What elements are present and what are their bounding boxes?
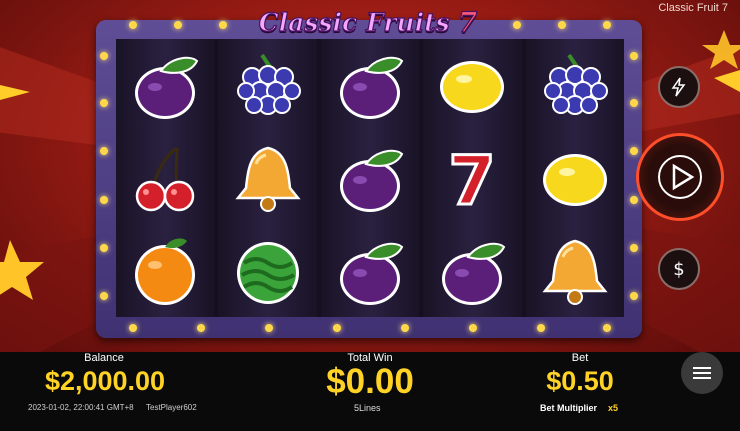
spin-button[interactable] (636, 133, 724, 221)
svg-text:$: $ (673, 259, 684, 280)
bulb (333, 324, 341, 332)
total-win-value: $0.00 (326, 362, 414, 401)
bulb (630, 292, 638, 300)
bet-label: Bet (571, 352, 589, 364)
bulb (603, 21, 611, 29)
bulb (129, 324, 137, 332)
orange-icon (127, 233, 203, 309)
bulb (401, 324, 409, 332)
balance-label: Balance (84, 352, 124, 364)
bet-value: $0.50 (546, 366, 614, 396)
bell-icon (537, 233, 613, 309)
lemon-icon (434, 47, 510, 123)
bulb (630, 147, 638, 155)
bulb (558, 21, 566, 29)
play-icon (658, 155, 702, 199)
lightning-icon (671, 77, 686, 97)
reel-3 (320, 39, 420, 317)
timestamp: 2023-01-02, 22:00:41 GMT+8 (28, 403, 134, 412)
bulb (630, 196, 638, 204)
lemon-icon (537, 140, 613, 216)
plum-icon (332, 47, 408, 123)
watermelon-icon (230, 233, 306, 309)
bet-multiplier-label: Bet Multiplier (540, 403, 598, 413)
bulb (100, 99, 108, 107)
logo-seven: 7 (457, 5, 478, 39)
logo-text: Classic Fruits (258, 7, 450, 37)
lines-count: 5Lines (354, 403, 381, 413)
menu-button[interactable] (681, 352, 723, 394)
bulb (537, 324, 545, 332)
bulb (100, 147, 108, 155)
svg-text:7: 7 (449, 142, 496, 216)
bulb (513, 21, 521, 29)
bet-button[interactable]: $ (658, 248, 700, 290)
bulb (603, 324, 611, 332)
plum-icon (434, 233, 510, 309)
reel-2 (218, 39, 317, 317)
reel-1 (116, 39, 215, 317)
bulb (100, 244, 108, 252)
bulb (197, 324, 205, 332)
balance-value: $2,000.00 (44, 366, 166, 396)
plum-icon (332, 233, 408, 309)
hamburger-icon (693, 364, 711, 382)
seven-icon: 7 (434, 140, 510, 222)
bulb (630, 99, 638, 107)
bet-multiplier-value: x5 (608, 403, 619, 413)
bulb (265, 324, 273, 332)
bulb (469, 324, 477, 332)
bulb (174, 21, 182, 29)
reel-grid: 7 (116, 39, 625, 317)
bell-icon (230, 140, 306, 216)
reel-4: 7 (423, 39, 522, 317)
grapes-icon (537, 47, 613, 123)
reel-5 (525, 39, 625, 317)
bulb (100, 52, 108, 60)
bulb (129, 21, 137, 29)
grapes-icon (230, 47, 306, 123)
plum-icon (127, 47, 203, 123)
bulb (630, 244, 638, 252)
cherry-icon (127, 140, 203, 216)
turbo-button[interactable] (658, 66, 700, 108)
bulb (100, 292, 108, 300)
game-logo: Classic Fruits 7 (252, 4, 484, 40)
plum-icon (332, 140, 408, 216)
game-title: Classic Fruit 7 (658, 2, 728, 14)
bulb (100, 196, 108, 204)
bulb (219, 21, 227, 29)
dollar-icon: $ (673, 259, 684, 280)
bulb (630, 52, 638, 60)
player-id: TestPlayer602 (146, 403, 197, 412)
